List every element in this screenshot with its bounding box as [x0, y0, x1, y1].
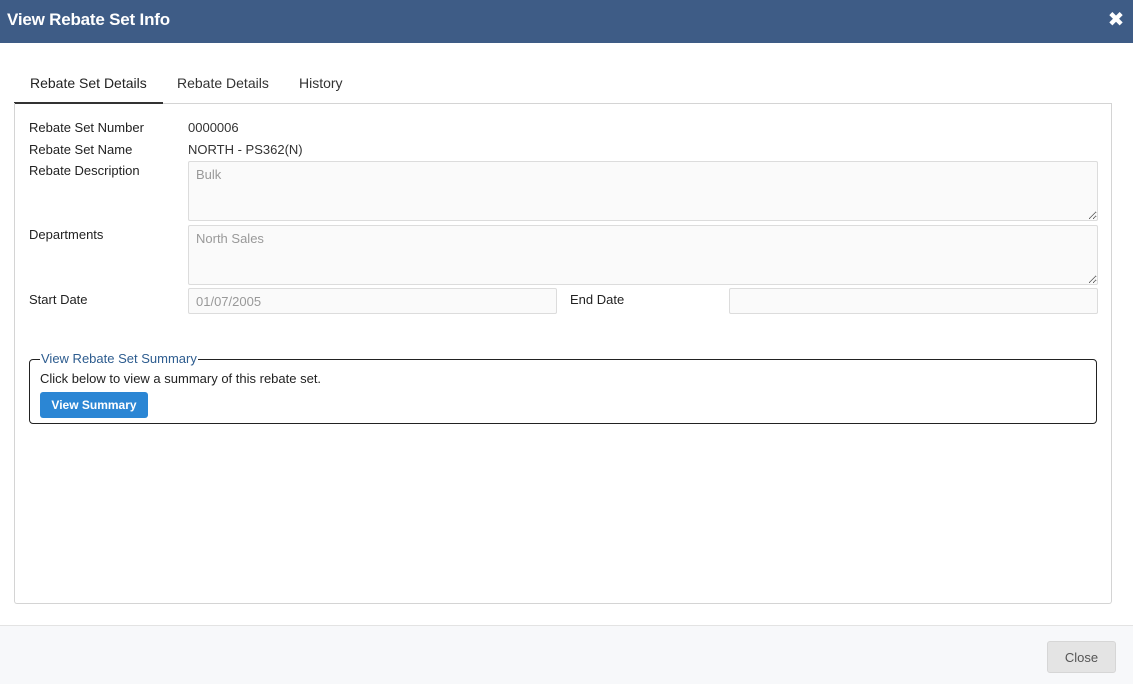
rebate-set-name-label: Rebate Set Name [29, 142, 133, 157]
end-date-field[interactable] [729, 288, 1098, 314]
rebate-set-number-value: 0000006 [188, 120, 239, 135]
summary-description: Click below to view a summary of this re… [40, 371, 322, 386]
summary-legend: View Rebate Set Summary [40, 351, 198, 366]
tab-rebate-set-details[interactable]: Rebate Set Details [14, 63, 163, 104]
tab-bar: Rebate Set Details Rebate Details Histor… [14, 63, 1112, 104]
tab-history[interactable]: History [283, 63, 359, 104]
dialog-footer: Close [0, 625, 1133, 684]
close-button[interactable]: Close [1047, 641, 1116, 673]
dialog-titlebar: View Rebate Set Info ✖ [0, 0, 1133, 43]
end-date-label: End Date [570, 292, 625, 307]
close-icon[interactable]: ✖ [1105, 9, 1127, 31]
departments-label: Departments [29, 227, 104, 242]
start-date-label: Start Date [29, 292, 88, 307]
rebate-description-label: Rebate Description [29, 163, 140, 178]
tab-rebate-details[interactable]: Rebate Details [161, 63, 285, 104]
rebate-set-name-value: NORTH - PS362(N) [188, 142, 303, 157]
dialog-title: View Rebate Set Info [7, 10, 170, 29]
departments-field[interactable]: North Sales [188, 225, 1098, 285]
rebate-set-number-label: Rebate Set Number [29, 120, 144, 135]
view-summary-button[interactable]: View Summary [40, 392, 148, 418]
summary-fieldset [29, 359, 1097, 424]
rebate-description-field[interactable]: Bulk [188, 161, 1098, 221]
start-date-field[interactable] [188, 288, 557, 314]
